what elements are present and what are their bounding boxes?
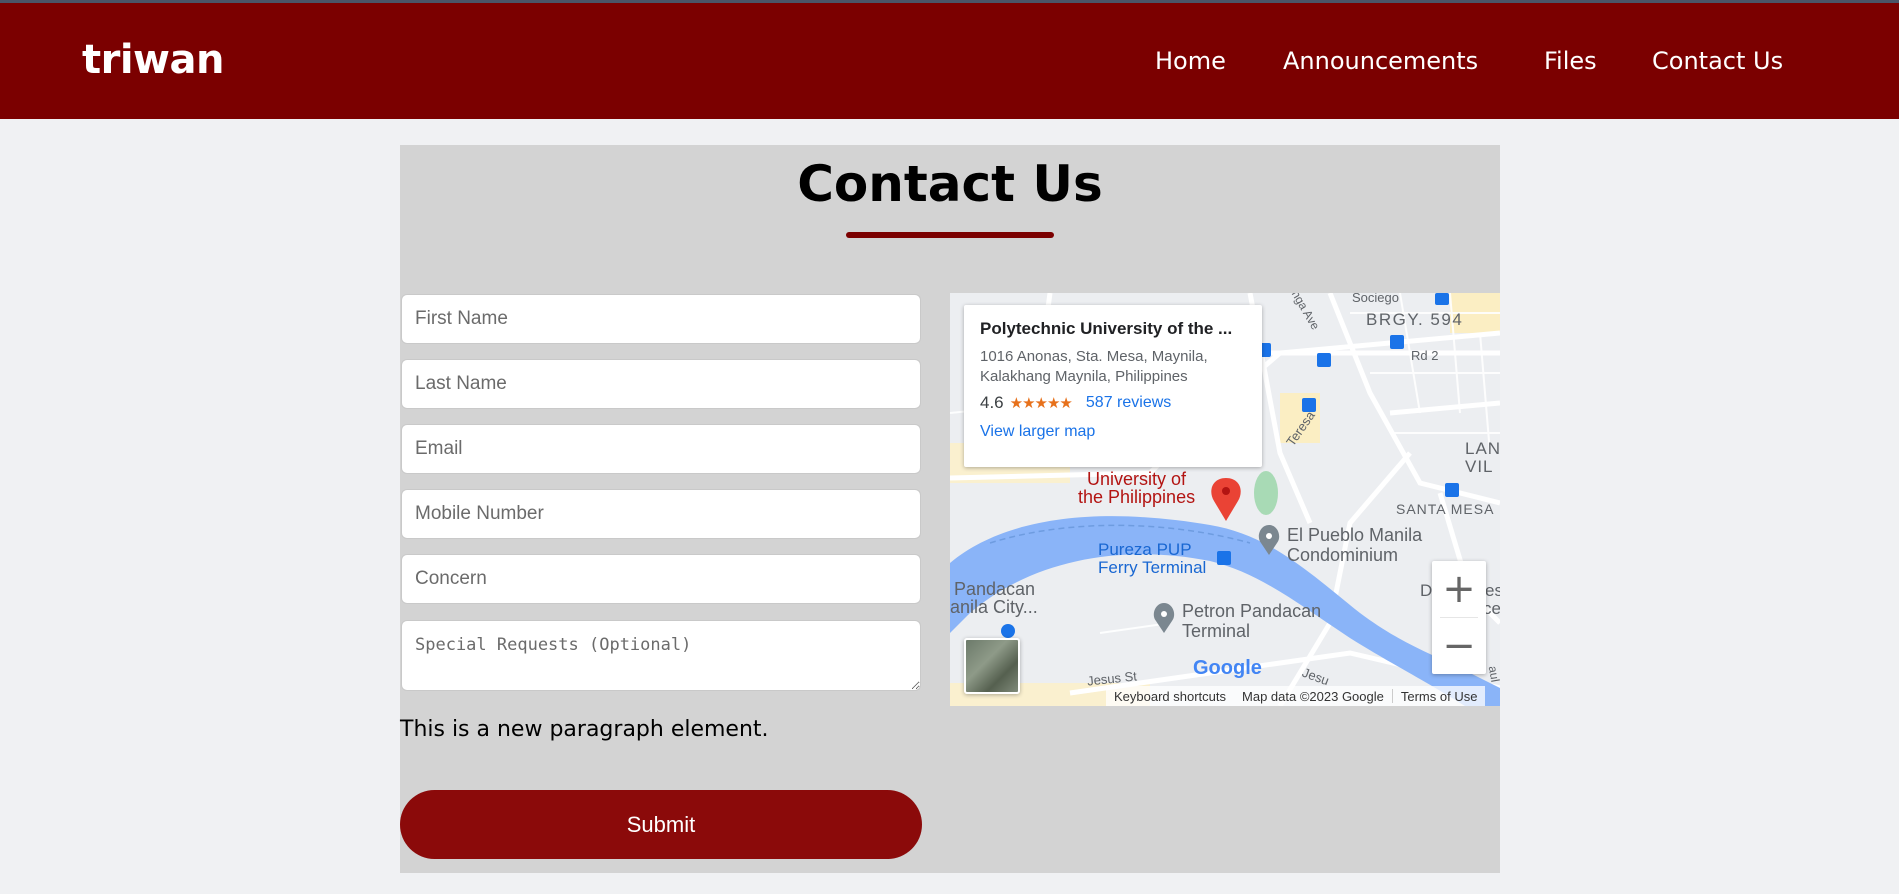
title-underline — [846, 232, 1054, 238]
place-name: Polytechnic University of the ... — [980, 319, 1233, 338]
map-label-pureza: Pureza PUP — [1098, 540, 1192, 559]
map-footer: Keyboard shortcuts Map data ©2023 Google… — [1106, 686, 1486, 706]
zoom-in-button[interactable]: + — [1432, 561, 1486, 617]
zoom-controls: + − — [1432, 561, 1486, 674]
keyboard-shortcuts-link[interactable]: Keyboard shortcuts — [1106, 689, 1234, 704]
navbar: triwan Home Announcements Files Contact … — [0, 3, 1899, 119]
zoom-out-button[interactable]: − — [1432, 618, 1486, 674]
rating-value: 4.6 — [980, 393, 1004, 412]
view-larger-map-link[interactable]: View larger map — [980, 423, 1246, 441]
reviews-link[interactable]: 587 reviews — [1086, 394, 1171, 412]
place-address: 1016 Anonas, Sta. Mesa, Maynila, Kalakha… — [980, 348, 1208, 385]
map-label-university-2: the Philippines — [1078, 487, 1196, 507]
map-data-text: Map data ©2023 Google — [1242, 688, 1384, 704]
map-label-res: es — [1485, 581, 1500, 600]
last-name-input[interactable] — [401, 359, 921, 409]
info-paragraph: This is a new paragraph element. — [400, 717, 769, 742]
map-label-lan: LAN — [1465, 439, 1500, 458]
star-rating-icon: ★★★★★ — [1009, 395, 1073, 412]
satellite-toggle-button[interactable] — [964, 638, 1020, 694]
place-info-card: Polytechnic University of the ... 1016 A… — [964, 305, 1262, 467]
nav-announcements-link[interactable]: Announcements — [1283, 47, 1478, 75]
mobile-number-input[interactable] — [401, 489, 921, 539]
first-name-input[interactable] — [401, 294, 921, 344]
map-label-condominium: Condominium — [1287, 545, 1399, 565]
map-label-petron: Petron Pandacan — [1182, 601, 1322, 621]
map-label-brgy: BRGY. 594 — [1366, 310, 1464, 329]
map-label-sociego: Sociego — [1352, 293, 1399, 305]
terms-of-use-link[interactable]: Terms of Use — [1393, 689, 1486, 704]
contact-panel: Contact Us This is a new paragraph eleme… — [400, 145, 1500, 873]
nav-files-link[interactable]: Files — [1544, 47, 1597, 75]
map-label-santa-mesa: SANTA MESA — [1396, 501, 1495, 517]
map-label-ferry: Ferry Terminal — [1098, 558, 1207, 577]
embedded-map[interactable]: Polytechnic University of the ... 1016 A… — [950, 293, 1500, 706]
concern-input[interactable] — [401, 554, 921, 604]
submit-button[interactable]: Submit — [400, 790, 922, 859]
page-title: Contact Us — [797, 155, 1103, 213]
map-label-aul: aul — [1485, 664, 1500, 684]
nav-contact-link[interactable]: Contact Us — [1652, 47, 1783, 75]
map-label-pueblo: El Pueblo Manila — [1287, 525, 1423, 545]
email-input[interactable] — [401, 424, 921, 474]
nav-home-link[interactable]: Home — [1155, 47, 1226, 75]
special-requests-textarea[interactable] — [401, 620, 921, 691]
place-rating: 4.6 ★★★★★ 587 reviews — [980, 393, 1246, 413]
map-label-vil: VIL — [1465, 457, 1494, 476]
brand-logo[interactable]: triwan — [82, 37, 224, 83]
map-label-terminal: Terminal — [1182, 621, 1251, 641]
google-logo: Google — [1193, 657, 1262, 679]
map-label-rd2: Rd 2 — [1411, 348, 1439, 363]
map-label-manila-city: anila City... — [950, 597, 1038, 617]
